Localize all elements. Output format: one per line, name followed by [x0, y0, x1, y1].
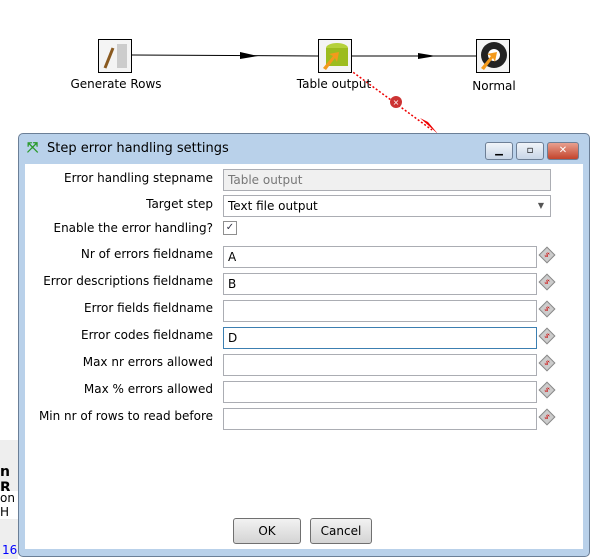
normal-step-icon[interactable] [476, 39, 510, 73]
label: Min nr of rows to read before [38, 409, 213, 423]
error-fields-input[interactable] [223, 300, 537, 322]
label: Error descriptions fieldname [43, 274, 213, 288]
step-label: Generate Rows [70, 77, 162, 91]
panel-text: on H [0, 491, 18, 519]
step-label: Table output [296, 77, 372, 91]
variable-icon: $ [538, 300, 556, 318]
variable-icon: $ [538, 381, 556, 399]
step-label: Normal [472, 79, 516, 93]
variable-icon: $ [538, 354, 556, 372]
error-codes-input[interactable]: D [223, 327, 537, 349]
ok-button[interactable]: OK [233, 518, 301, 544]
target-step-select[interactable]: Text file output ▼ [223, 195, 551, 217]
selected-value: Text file output [228, 199, 318, 213]
variable-icon: $ [538, 408, 556, 426]
label: Nr of errors fieldname [80, 247, 213, 261]
minimize-button[interactable]: ▁ [485, 142, 513, 160]
svg-text:×: × [393, 98, 400, 107]
label: Max nr errors allowed [82, 355, 213, 369]
close-button[interactable]: ✕ [547, 142, 579, 160]
background-panel: n R on H 16: [0, 440, 21, 559]
title-bar[interactable]: ⤧ Step error handling settings ▁ ▫ ✕ [19, 134, 589, 164]
max-pct-errors-input[interactable] [223, 381, 537, 403]
variable-icon: $ [538, 327, 556, 345]
stepname-field: Table output [223, 169, 551, 191]
variable-icon: $ [538, 246, 556, 264]
error-descriptions-input[interactable]: B [223, 273, 537, 295]
enable-checkbox[interactable]: ✓ [223, 221, 237, 235]
label: Error fields fieldname [84, 301, 213, 315]
min-rows-input[interactable] [223, 408, 537, 430]
maximize-button[interactable]: ▫ [516, 142, 544, 160]
table-output-icon[interactable] [318, 39, 352, 73]
label: Target step [146, 197, 213, 211]
variable-icon: $ [538, 273, 556, 291]
nr-errors-input[interactable]: A [223, 246, 537, 268]
max-nr-errors-input[interactable] [223, 354, 537, 376]
chevron-down-icon: ▼ [537, 201, 544, 210]
generate-rows-icon[interactable] [98, 39, 132, 73]
label: Enable the error handling? [53, 221, 213, 235]
cancel-button[interactable]: Cancel [310, 518, 372, 544]
app-icon: ⤧ [27, 140, 39, 156]
label: Error codes fieldname [81, 328, 213, 342]
label: Max % errors allowed [83, 382, 213, 396]
error-handling-dialog: ⤧ Step error handling settings ▁ ▫ ✕ Err… [18, 133, 590, 557]
label: Error handling stepname [64, 171, 213, 185]
dialog-title: Step error handling settings [47, 141, 229, 156]
